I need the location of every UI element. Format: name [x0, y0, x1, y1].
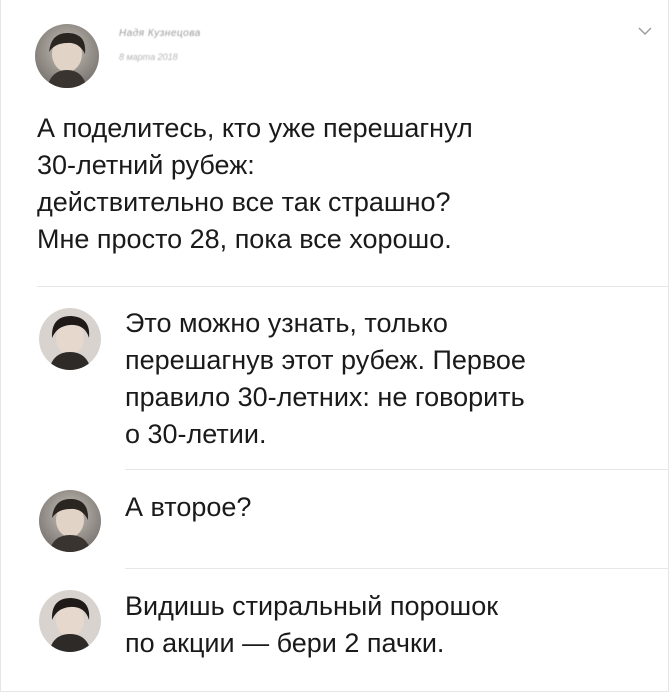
- post-card: Надя Кузнецова 8 марта 2018 А поделитесь…: [0, 0, 669, 692]
- post-timestamp[interactable]: 8 марта 2018: [119, 52, 178, 62]
- comment-body: А второе?: [125, 489, 665, 526]
- comment-text-line: о 30-летии.: [125, 419, 267, 449]
- post-text-line: 30-летний рубеж:: [37, 150, 255, 180]
- comment-avatar[interactable]: [39, 590, 101, 652]
- comment-body: Видишь стиральный порошок по акции — бер…: [125, 588, 665, 662]
- comment-body: Это можно узнать, только перешагнув этот…: [125, 305, 665, 453]
- comment-text-line: Видишь стиральный порошок: [125, 591, 499, 621]
- comment-avatar[interactable]: [39, 308, 101, 370]
- comment-text-line: перешагнув этот рубеж. Первое: [125, 345, 526, 375]
- comment-text-line: Это можно узнать, только: [125, 308, 448, 338]
- post-text-line: А поделитесь, кто уже перешагнул: [37, 113, 473, 143]
- post-body: А поделитесь, кто уже перешагнул 30-летн…: [37, 110, 637, 258]
- post-text-line: Мне просто 28, пока все хорошо.: [37, 224, 452, 254]
- avatar-photo-icon: [39, 490, 101, 552]
- post-author-avatar[interactable]: [35, 24, 99, 88]
- comments-divider: [37, 286, 668, 287]
- avatar-photo-icon: [35, 24, 99, 88]
- comment-text-line: правило 30-летних: не говорить: [125, 382, 525, 412]
- comment-text-line: по акции — бери 2 пачки.: [125, 628, 445, 658]
- avatar-photo-icon: [39, 590, 101, 652]
- comment-avatar[interactable]: [39, 490, 101, 552]
- post-author-name[interactable]: Надя Кузнецова: [119, 28, 201, 39]
- comment-divider: [125, 469, 668, 470]
- post-header: Надя Кузнецова 8 марта 2018: [35, 18, 656, 88]
- chevron-down-icon[interactable]: [638, 26, 652, 36]
- comment-text-line: А второе?: [125, 492, 252, 522]
- avatar-photo-icon: [39, 308, 101, 370]
- post-text-line: действительно все так страшно?: [37, 187, 451, 217]
- comment-divider: [125, 568, 668, 569]
